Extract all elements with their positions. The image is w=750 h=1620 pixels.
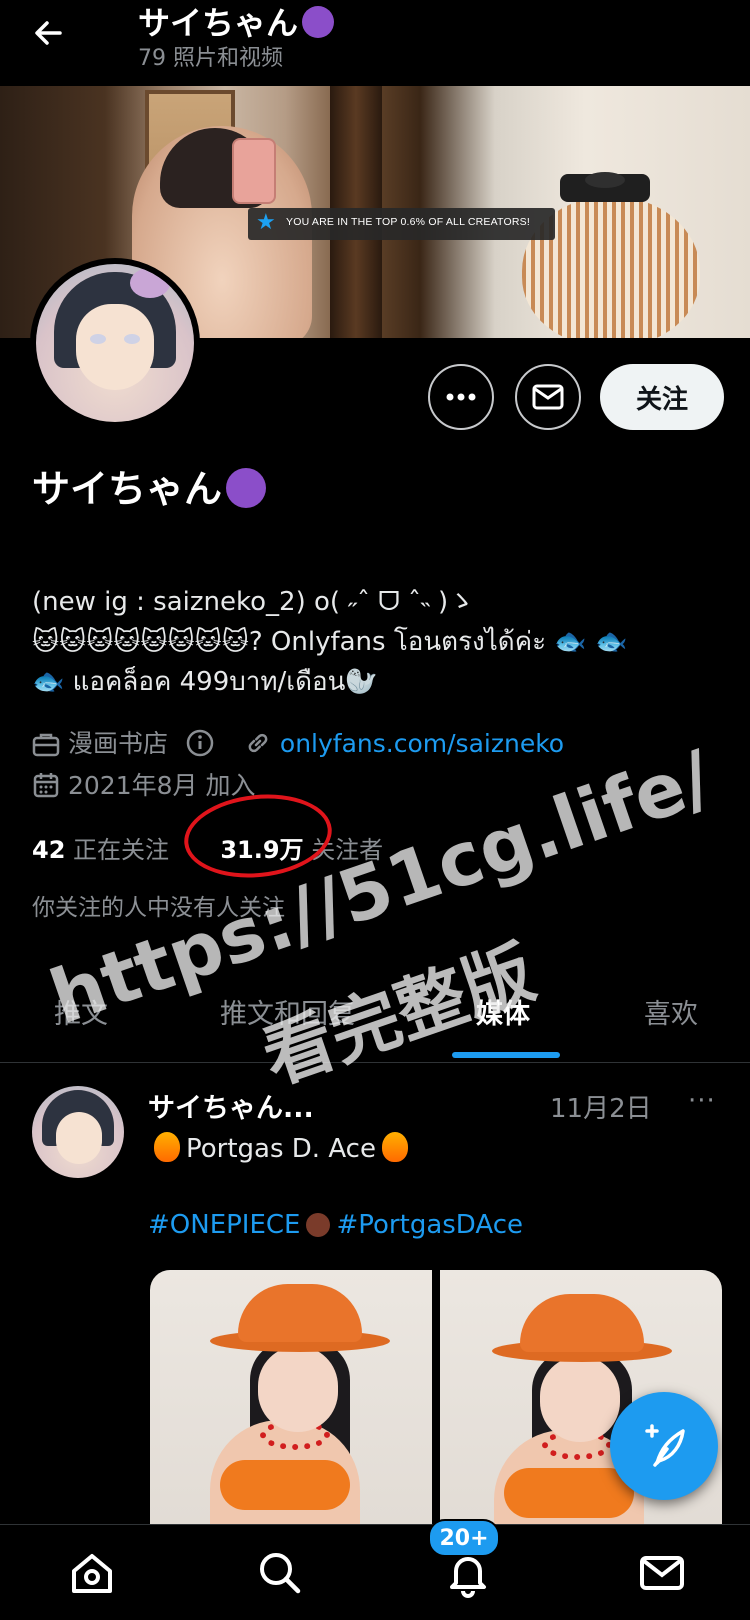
avatar-flower (130, 268, 170, 298)
bio-line: (new ig : saizneko_2) o( ˶ˆ ᗜ ˆ˵ )ゝ (32, 587, 475, 617)
tweet-text: Portgas D. Ace (148, 1132, 414, 1164)
display-name: サイちゃん (32, 458, 267, 513)
creator-rank-text: YOU ARE IN THE TOP 0.6% OF ALL CREATORS! (286, 216, 530, 228)
display-name-text: サイちゃん (32, 467, 223, 511)
search-icon[interactable] (254, 1547, 306, 1599)
fire-emoji-icon (381, 1132, 408, 1162)
photo-bikini (220, 1460, 350, 1510)
smiling-devil-emoji-icon (226, 468, 267, 508)
tweet-author-avatar[interactable] (32, 1086, 124, 1178)
profile-bio: (new ig : saizneko_2) o( ˶ˆ ᗜ ˆ˵ )ゝ 🐱🐱🐱🐱… (32, 582, 732, 702)
bottom-navigation: 20+ (0, 1519, 750, 1620)
following-count[interactable]: 42 (32, 836, 65, 864)
star-icon: ★ (256, 210, 276, 235)
avatar-eye (124, 334, 140, 344)
tweet-more-icon[interactable]: ··· (688, 1086, 716, 1116)
more-horizontal-icon (446, 393, 476, 401)
banner-lamp-cap (585, 172, 625, 188)
tweet-hashtags: #ONEPIECE #PortgasDAce (148, 1210, 523, 1240)
tweet-date[interactable]: 11月2日 (550, 1088, 652, 1125)
website-link[interactable]: onlyfans.com/saizneko (280, 729, 564, 758)
bio-line: 🐟 แอคล็อค 499บาท/เดือน🦭 (32, 667, 378, 697)
header-subtitle: 79 照片和视频 (138, 46, 283, 71)
profile-category: 漫画书店 (68, 729, 169, 758)
profile-avatar[interactable] (30, 258, 200, 428)
header-title: サイちゃん (138, 0, 335, 44)
tweet-photo[interactable] (150, 1270, 432, 1524)
following-label[interactable]: 正在关注 (73, 836, 169, 864)
header-title-text: サイちゃん (138, 4, 299, 42)
compose-tweet-button[interactable] (610, 1392, 718, 1500)
joined-date: 2021年8月 加入 (68, 771, 256, 800)
more-options-button[interactable] (428, 364, 494, 430)
notification-badge: 20+ (428, 1519, 500, 1557)
feather-plus-icon (645, 1424, 685, 1467)
tab-likes[interactable]: 喜欢 (644, 992, 698, 1031)
avatar-eye (90, 334, 106, 344)
message-button[interactable] (515, 364, 581, 430)
home-icon[interactable] (66, 1547, 118, 1599)
photo-bikini (504, 1468, 634, 1518)
tweet-text-content: Portgas D. Ace (186, 1134, 376, 1164)
follow-button[interactable]: 关注 (600, 364, 724, 430)
smiling-devil-emoji-icon (302, 6, 335, 38)
banner-phone (232, 138, 276, 204)
top-bar: サイちゃん 79 照片和视频 (0, 0, 750, 86)
bio-line: 🐱🐱🐱🐱🐱🐱🐱🐱? Onlyfans โอนตรงได้ค่ะ 🐟 🐟 (32, 627, 628, 657)
fire-emoji-icon (154, 1132, 180, 1162)
photo-face (540, 1356, 620, 1442)
back-arrow-icon[interactable] (26, 10, 72, 56)
hashtag-link[interactable]: #ONEPIECE (148, 1210, 300, 1240)
calendar-icon (33, 773, 59, 798)
photo-hat (520, 1294, 644, 1352)
envelope-icon (532, 384, 564, 410)
info-circle-icon[interactable] (186, 729, 214, 757)
avatar-face (56, 1112, 102, 1164)
hashtag-link[interactable]: #PortgasDAce (336, 1210, 523, 1240)
active-tab-indicator (452, 1052, 560, 1058)
briefcase-icon (32, 733, 60, 757)
link-icon (248, 733, 268, 753)
profile-joined-row: 2021年8月 加入 (32, 766, 255, 802)
avatar-image (36, 264, 194, 422)
photo-hat (238, 1284, 362, 1342)
creator-rank-badge: ★ YOU ARE IN THE TOP 0.6% OF ALL CREATOR… (248, 208, 555, 240)
envelope-icon[interactable] (636, 1547, 688, 1599)
profile-meta-row: 漫画书店 onlyfans.com/saizneko (32, 724, 564, 760)
photo-face (258, 1346, 338, 1432)
pirate-emoji-icon (306, 1213, 331, 1237)
avatar-face (76, 304, 154, 390)
